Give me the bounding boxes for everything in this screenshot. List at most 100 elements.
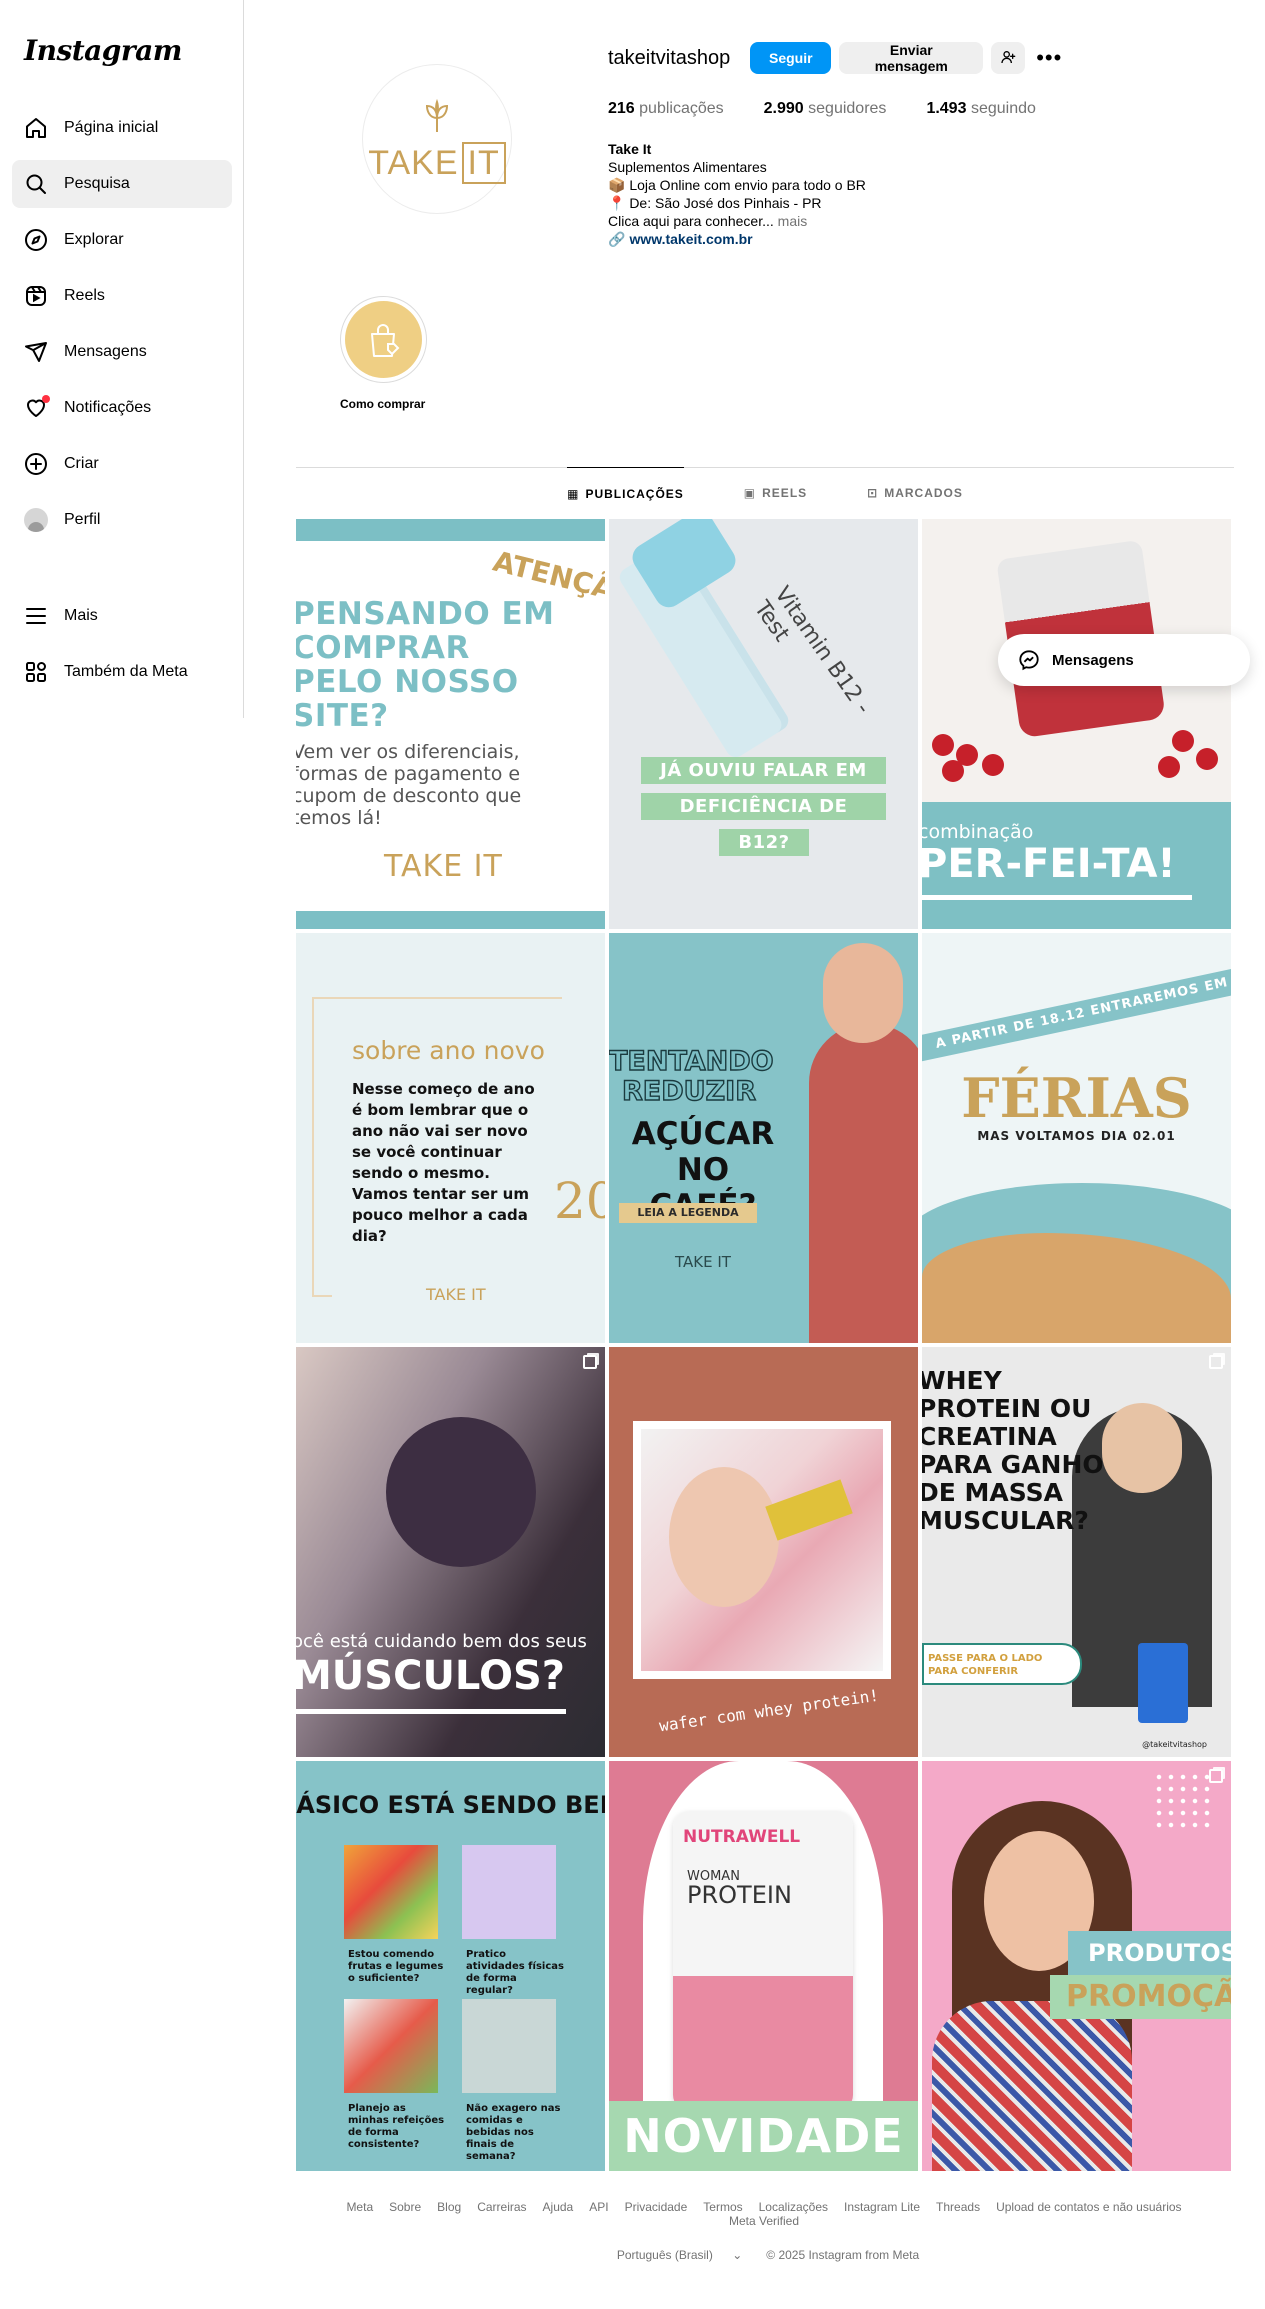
story-highlight[interactable]: Como comprar — [340, 296, 427, 411]
avatar — [24, 508, 48, 532]
sidebar-item-reels[interactable]: Reels — [12, 272, 232, 320]
post-brand: TAKE IT — [426, 1285, 486, 1304]
notification-dot — [42, 395, 50, 403]
post-tile[interactable]: sobre ano novo Nesse começo de ano é bom… — [296, 933, 605, 1343]
suggest-accounts-button[interactable] — [991, 42, 1026, 74]
post-tile[interactable]: WHEY PROTEIN OU CREATINA PARA GANHO DE M… — [922, 1347, 1231, 1757]
divider — [296, 1709, 566, 1714]
post-tile[interactable]: Vitamin B12 - Test JÁ OUVIU FALAR EM DEF… — [609, 519, 918, 929]
post-headline: WHEY PROTEIN OU CREATINA PARA GANHO DE M… — [922, 1366, 1104, 1535]
post-headline: BÁSICO ESTÁ SENDO BEM FEITO — [296, 1791, 605, 1819]
footer-link-contacts-upload[interactable]: Upload de contatos e não usuários — [996, 2200, 1181, 2214]
footer-link-blog[interactable]: Blog — [437, 2200, 461, 2214]
sidebar-item-also-meta[interactable]: Também da Meta — [12, 648, 232, 696]
send-message-button[interactable]: Enviar mensagem — [839, 42, 984, 74]
language-select[interactable]: Português (Brasil) ⌄ — [609, 2248, 750, 2262]
post-text: MAS VOLTAMOS DIA 02.01 — [977, 1129, 1176, 1143]
footer-link-privacy[interactable]: Privacidade — [625, 2200, 688, 2214]
tab-reels[interactable]: ▣ REELS — [744, 467, 807, 519]
post-tile[interactable]: combinação PER-FEI-TA! — [922, 519, 1231, 929]
sidebar-item-notifications[interactable]: Notificações — [12, 384, 232, 432]
chevron-down-icon: ⌄ — [732, 2248, 743, 2262]
footer: Meta Sobre Blog Carreiras Ajuda API Priv… — [296, 2200, 1232, 2262]
sidebar-item-profile[interactable]: Perfil — [12, 496, 232, 544]
posts-count: 216 publicações — [608, 100, 724, 117]
messages-floating-button[interactable]: Mensagens — [998, 634, 1250, 686]
berries-graphic — [922, 724, 1231, 784]
tab-tagged[interactable]: ⊡ MARCADOS — [867, 467, 963, 519]
post-headline: PENSANDO EM COMPRAR PELO NOSSO SITE? — [296, 596, 555, 734]
post-caption-box: JÁ OUVIU FALAR EM — [641, 757, 886, 784]
footer-link-meta-verified[interactable]: Meta Verified — [729, 2214, 799, 2228]
post-tile[interactable]: PRODUTOS PROMOÇÃO — [922, 1761, 1231, 2171]
shaker-graphic — [1138, 1643, 1188, 1723]
profile-actions: takeitvitashop Seguir Enviar mensagem ••… — [608, 42, 1065, 74]
followers-count[interactable]: 2.990 seguidores — [764, 100, 887, 118]
sidebar-item-search[interactable]: Pesquisa — [12, 160, 232, 208]
compass-icon — [24, 228, 48, 252]
meal-prep-photo — [344, 1999, 438, 2093]
shopping-bag-icon — [345, 301, 422, 378]
carousel-icon — [583, 1355, 597, 1369]
post-caption-box: B12? — [719, 829, 809, 856]
bio-line: Clica aqui para conhecer... mais — [608, 213, 808, 229]
sidebar-item-home[interactable]: Página inicial — [12, 104, 232, 152]
plus-square-icon — [24, 452, 48, 476]
post-tile[interactable]: BÁSICO ESTÁ SENDO BEM FEITO Estou comend… — [296, 1761, 605, 2171]
instagram-logo[interactable]: Instagram — [24, 34, 182, 67]
messenger-icon — [1018, 649, 1040, 671]
leaf-icon — [417, 96, 457, 142]
post-graphic — [312, 997, 562, 1017]
post-tile[interactable]: ATENÇÃ PENSANDO EM COMPRAR PELO NOSSO SI… — [296, 519, 605, 929]
sidebar-item-create[interactable]: Criar — [12, 440, 232, 488]
footer-link-careers[interactable]: Carreiras — [477, 2200, 526, 2214]
bio-website[interactable]: 🔗 www.takeit.com.br — [608, 230, 866, 248]
sidebar-item-label: Página inicial — [64, 119, 159, 136]
footer-link-about[interactable]: Sobre — [389, 2200, 421, 2214]
footer-link-api[interactable]: API — [589, 2200, 608, 2214]
post-graphic — [312, 997, 332, 1297]
post-tile[interactable]: wafer com whey protein! — [609, 1347, 918, 1757]
bio-more-link[interactable]: mais — [778, 213, 808, 229]
resting-photo — [462, 1999, 556, 2093]
sidebar-item-label: Criar — [64, 455, 99, 472]
post-tile[interactable]: TENTANDO REDUZIR AÇÚCAR NO CAFÉ? LEIA A … — [609, 933, 918, 1343]
post-tile[interactable]: NUTRAWELL WOMAN PROTEIN NOVIDADE — [609, 1761, 918, 2171]
sidebar-item-more[interactable]: Mais — [12, 592, 232, 640]
footer-link-threads[interactable]: Threads — [936, 2200, 980, 2214]
footer-link-instagram-lite[interactable]: Instagram Lite — [844, 2200, 920, 2214]
menu-icon — [24, 604, 48, 628]
post-tile[interactable]: A PARTIR DE 18.12 ENTRAREMOS EM FÉRIAS M… — [922, 933, 1231, 1343]
post-text: Planejo as minhas refeições de forma con… — [348, 2103, 445, 2150]
exercise-photo — [462, 1845, 556, 1939]
sidebar-item-label: Explorar — [64, 231, 124, 248]
footer-link-locations[interactable]: Localizações — [759, 2200, 828, 2214]
post-text: wafer com whey protein! — [657, 1685, 881, 1736]
tab-posts[interactable]: ▦ PUBLICAÇÕES — [567, 467, 684, 519]
post-text: Não exagero nas comidas e bebidas nos fi… — [466, 2103, 561, 2162]
add-person-icon — [1000, 49, 1016, 68]
sidebar-item-label: Pesquisa — [64, 175, 130, 192]
follow-button[interactable]: Seguir — [750, 42, 832, 74]
sidebar-bottom: Mais Também da Meta — [12, 592, 232, 704]
following-count[interactable]: 1.493 seguindo — [926, 100, 1035, 118]
post-caption-box: DEFICIÊNCIA DE — [641, 793, 886, 820]
sidebar-item-messages[interactable]: Mensagens — [12, 328, 232, 376]
footer-link-meta[interactable]: Meta — [346, 2200, 373, 2214]
post-headline: FÉRIAS — [961, 1066, 1192, 1130]
meta-grid-icon — [24, 660, 48, 684]
more-options-icon[interactable]: ••• — [1033, 42, 1065, 74]
sidebar-item-explore[interactable]: Explorar — [12, 216, 232, 264]
home-icon — [24, 116, 48, 140]
reels-icon — [24, 284, 48, 308]
post-text: Vitamin B12 - Test — [748, 582, 876, 719]
footer-link-help[interactable]: Ajuda — [543, 2200, 574, 2214]
profile-picture[interactable]: TAKE IT — [362, 64, 512, 214]
post-banner: NOVIDADE — [609, 2101, 918, 2171]
post-label: LEIA A LEGENDA — [619, 1203, 757, 1223]
post-text: Pratico atividades físicas de forma regu… — [466, 1949, 564, 1996]
post-tile[interactable]: ocê está cuidando bem dos seus MÚSCULOS? — [296, 1347, 605, 1757]
footer-link-terms[interactable]: Termos — [703, 2200, 742, 2214]
post-text: combinação — [922, 821, 1034, 843]
post-text: PROTEIN — [687, 1881, 792, 1909]
